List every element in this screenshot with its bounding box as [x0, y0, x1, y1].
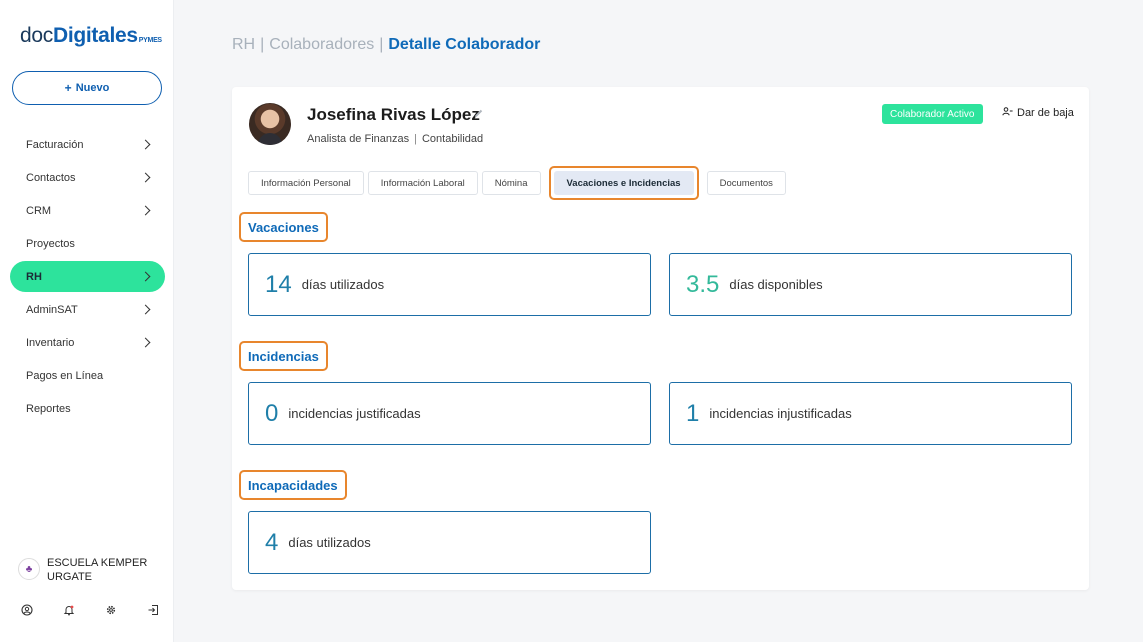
sidebar-item-adminsat[interactable]: AdminSAT — [10, 294, 165, 325]
new-button-label: Nuevo — [75, 82, 110, 94]
chevron-right-icon — [140, 304, 151, 315]
tab-vacaciones-incidencias[interactable]: Vacaciones e Incidencias — [553, 171, 694, 195]
sidebar-item-crm[interactable]: CRM — [10, 195, 165, 226]
unsubscribe-label: Dar de baja — [1017, 107, 1074, 119]
company-name: ESCUELA KEMPER URGATE — [47, 557, 148, 583]
stat-label: días utilizados — [301, 277, 385, 292]
sidebar-footer — [20, 603, 160, 617]
app-logo[interactable]: docDigitalesPYMES — [20, 24, 162, 48]
sidebar-item-rh[interactable]: RH — [10, 261, 165, 292]
stat-value: 0 — [265, 399, 279, 427]
sidebar-item-facturacion[interactable]: Facturación — [10, 129, 165, 160]
gear-icon[interactable] — [104, 603, 118, 617]
employee-detail-card: Josefina Rivas López Analista de Finanza… — [232, 87, 1089, 590]
sidebar-item-reportes[interactable]: Reportes — [10, 393, 165, 424]
sidebar-item-proyectos[interactable]: Proyectos — [10, 228, 165, 259]
breadcrumb: RH | Colaboradores | Detalle Colaborador — [232, 36, 541, 53]
section-title-vacaciones: Vacaciones — [239, 212, 328, 242]
section-title-incapacidades: Incapacidades — [239, 470, 347, 500]
stat-value: 4 — [265, 528, 279, 556]
tab-documentos[interactable]: Documentos — [706, 171, 786, 195]
breadcrumb-current: Detalle Colaborador — [388, 36, 541, 53]
chevron-right-icon — [140, 139, 151, 150]
bell-icon[interactable] — [62, 603, 76, 617]
new-button[interactable]: + Nuevo — [12, 71, 162, 105]
plus-icon: + — [64, 81, 72, 95]
employee-name: Josefina Rivas López — [307, 105, 480, 124]
avatar — [249, 103, 291, 145]
breadcrumb-rh[interactable]: RH — [232, 36, 255, 53]
stat-label: días utilizados — [288, 535, 371, 550]
pencil-icon[interactable] — [473, 108, 484, 122]
stat-vacaciones-used: 14 días utilizados — [248, 253, 651, 316]
stat-value: 14 — [265, 270, 292, 298]
sidebar: docDigitalesPYMES + Nuevo Facturación Co… — [0, 0, 174, 642]
tab-nomina[interactable]: Nómina — [481, 171, 541, 195]
chevron-right-icon — [140, 205, 151, 216]
stat-incidencias-justified: 0 incidencias justificadas — [248, 382, 651, 445]
stat-label: incidencias justificadas — [288, 406, 421, 421]
company-switcher[interactable]: ♣ ESCUELA KEMPER URGATE — [18, 556, 157, 584]
stat-incidencias-unjustified: 1 incidencias injustificadas — [669, 382, 1072, 445]
stat-vacaciones-available: 3.5 días disponibles — [669, 253, 1072, 316]
employee-department: Contabilidad — [421, 133, 484, 145]
chevron-right-icon — [140, 337, 151, 348]
sidebar-nav: Facturación Contactos CRM Proyectos RH A… — [10, 129, 165, 426]
unsubscribe-button[interactable]: Dar de baja — [1002, 107, 1074, 119]
tab-highlight: Vacaciones e Incidencias — [548, 166, 699, 200]
user-minus-icon — [1002, 107, 1013, 119]
section-title-incidencias: Incidencias — [239, 341, 328, 371]
logout-icon[interactable] — [146, 603, 160, 617]
stat-incapacidades-used: 4 días utilizados — [248, 511, 651, 574]
sidebar-item-pagos-en-linea[interactable]: Pagos en Línea — [10, 360, 165, 391]
user-icon[interactable] — [20, 603, 34, 617]
employee-position: Analista de Finanzas — [307, 133, 410, 145]
employee-subtitle: Analista de Finanzas | Contabilidad — [307, 133, 484, 145]
sidebar-item-inventario[interactable]: Inventario — [10, 327, 165, 358]
stat-label: incidencias injustificadas — [709, 406, 852, 421]
sidebar-item-contactos[interactable]: Contactos — [10, 162, 165, 193]
chevron-right-icon — [140, 172, 151, 183]
tab-bar: Información Personal Información Laboral… — [248, 166, 790, 200]
stat-value: 1 — [686, 399, 700, 427]
tab-informacion-laboral[interactable]: Información Laboral — [367, 171, 478, 195]
stat-value: 3.5 — [686, 270, 720, 298]
company-logo: ♣ — [18, 558, 40, 580]
tab-informacion-personal[interactable]: Información Personal — [248, 171, 364, 195]
chevron-right-icon — [140, 271, 151, 282]
status-badge: Colaborador Activo — [882, 104, 983, 124]
stat-label: días disponibles — [729, 277, 823, 292]
breadcrumb-colaboradores[interactable]: Colaboradores — [269, 36, 374, 53]
